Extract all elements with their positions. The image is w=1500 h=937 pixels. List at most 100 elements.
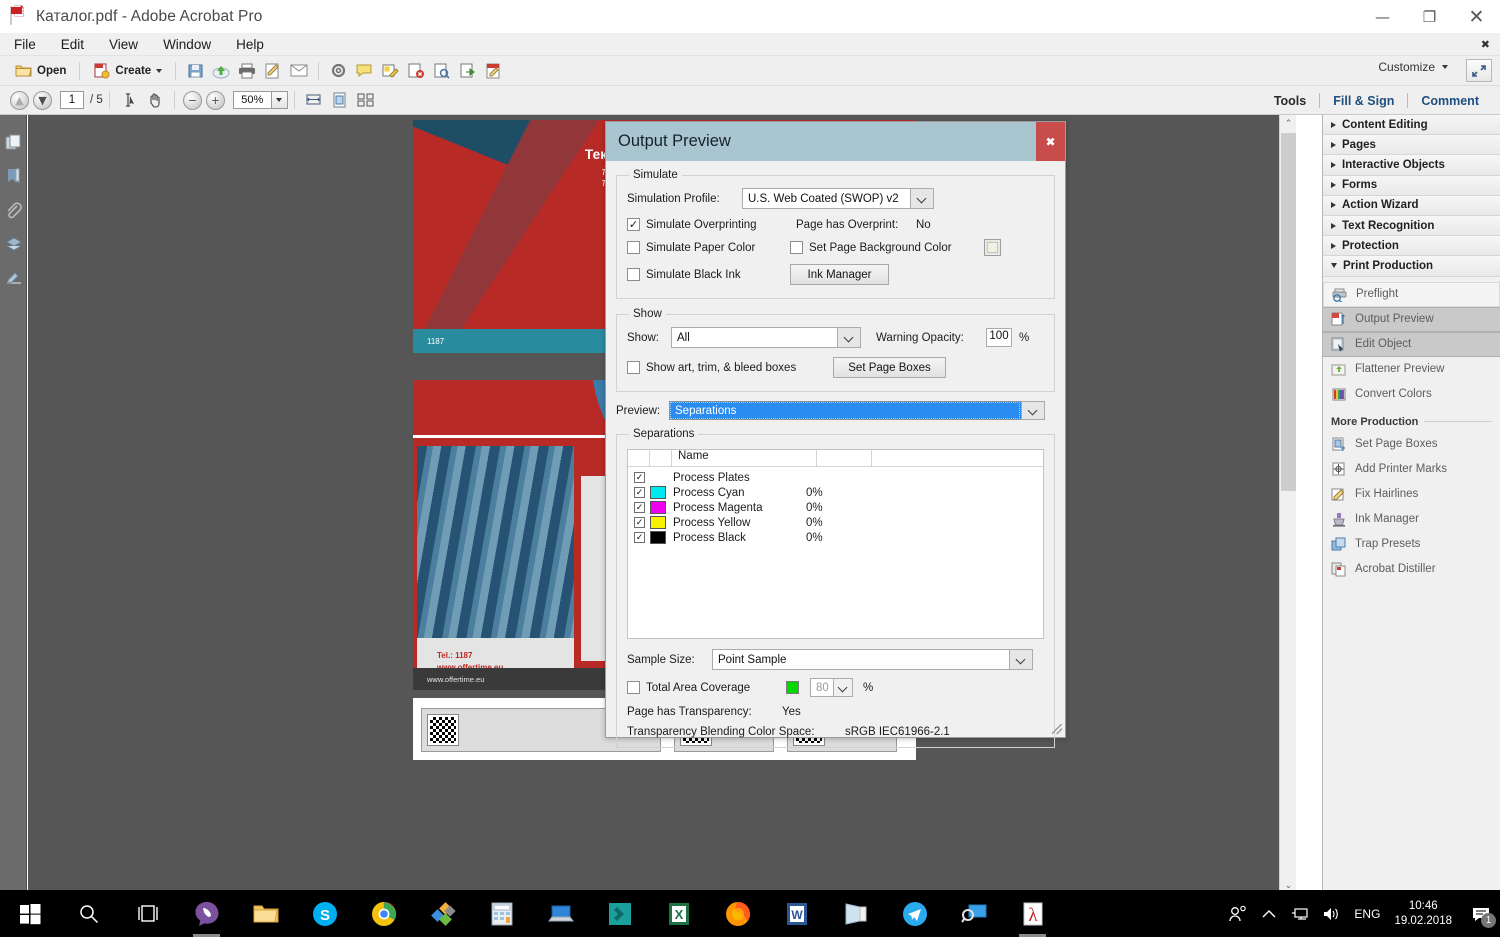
sidebar-item-text-recognition[interactable]: Text Recognition [1323, 215, 1500, 237]
word-icon[interactable]: W [767, 890, 826, 937]
fit-page-icon[interactable] [328, 88, 352, 112]
show-value[interactable]: All [671, 327, 837, 348]
scroll-up-icon[interactable]: ⌃ [1280, 115, 1296, 132]
gear-icon[interactable] [326, 59, 350, 83]
sidebar-item-pages[interactable]: Pages [1323, 135, 1500, 156]
open-button[interactable]: Open [9, 58, 72, 84]
sidebar-item-action-wizard[interactable]: Action Wizard [1323, 195, 1500, 216]
tool-acrobat-distiller[interactable]: Acrobat Distiller [1323, 557, 1500, 582]
network-icon[interactable] [1284, 890, 1315, 937]
coverage-value[interactable]: 80 [810, 678, 833, 697]
onenote-icon[interactable] [826, 890, 885, 937]
zoom-dropdown-button[interactable] [270, 91, 288, 109]
warning-opacity-input[interactable]: 100 [986, 328, 1012, 347]
table-row[interactable]: ✓ Process Black 0% [628, 530, 1043, 545]
screen-search-icon[interactable] [944, 890, 1003, 937]
create-button[interactable]: Create [87, 58, 168, 84]
bookmarks-icon[interactable] [0, 159, 27, 193]
preview-value[interactable]: Separations [669, 401, 1021, 420]
zoom-out-icon[interactable]: − [182, 90, 202, 110]
task-view-icon[interactable] [118, 890, 177, 937]
3dsmax-icon[interactable] [590, 890, 649, 937]
menu-window[interactable]: Window [152, 35, 222, 54]
coverage-dropdown[interactable] [833, 678, 853, 697]
simulate-paper-color-checkbox[interactable] [627, 241, 640, 254]
separations-list[interactable]: Name ✓ Process Plates ✓ Process Cyan 0% … [627, 449, 1044, 639]
notification-icon[interactable]: 1 [1462, 890, 1500, 937]
sample-size-value[interactable]: Point Sample [712, 649, 1009, 670]
skype-icon[interactable]: S [295, 890, 354, 937]
tab-fill-and-sign[interactable]: Fill & Sign [1320, 94, 1407, 108]
hand-tool-icon[interactable] [143, 88, 167, 112]
tool-preflight[interactable]: Preflight [1323, 281, 1500, 307]
total-area-coverage-checkbox[interactable] [627, 681, 640, 694]
office-icon[interactable] [413, 890, 472, 937]
firefox-icon[interactable] [708, 890, 767, 937]
row-checkbox[interactable]: ✓ [634, 517, 645, 528]
export-icon[interactable] [456, 59, 480, 83]
language-indicator[interactable]: ENG [1346, 907, 1388, 921]
sidebar-item-interactive-objects[interactable]: Interactive Objects [1323, 155, 1500, 176]
search-icon[interactable] [59, 890, 118, 937]
preview-dropdown[interactable] [1021, 401, 1045, 420]
ink-manager-button[interactable]: Ink Manager [790, 264, 889, 285]
signatures-icon[interactable] [0, 261, 27, 295]
menu-view[interactable]: View [98, 35, 149, 54]
zoom-level-input[interactable]: 50% [232, 91, 271, 109]
maximize-button[interactable]: ❐ [1406, 0, 1453, 33]
row-checkbox[interactable]: ✓ [634, 487, 645, 498]
search-page-icon[interactable] [430, 59, 454, 83]
acrobat-icon[interactable]: λ [1003, 890, 1062, 937]
sidebar-item-protection[interactable]: Protection [1323, 236, 1500, 257]
dialog-close-button[interactable]: ✖ [1036, 122, 1065, 161]
layers-icon[interactable] [0, 227, 27, 261]
telegram-icon[interactable] [885, 890, 944, 937]
show-dropdown[interactable] [837, 327, 861, 348]
people-icon[interactable] [1222, 890, 1253, 937]
chrome-icon[interactable] [354, 890, 413, 937]
menu-file[interactable]: File [3, 35, 47, 54]
customize-button[interactable]: Customize [1378, 60, 1448, 74]
table-row[interactable]: ✓ Process Magenta 0% [628, 500, 1043, 515]
page-down-icon[interactable]: ▼ [33, 90, 52, 110]
expand-arrows-icon[interactable] [1466, 59, 1492, 82]
tool-flattener-preview[interactable]: Flattener Preview [1323, 357, 1500, 382]
sign-icon[interactable] [261, 59, 285, 83]
menu-help[interactable]: Help [225, 35, 275, 54]
tool-output-preview[interactable]: Output Preview [1323, 306, 1500, 332]
volume-icon[interactable] [1315, 890, 1346, 937]
simulate-overprinting-checkbox[interactable]: ✓ [627, 218, 640, 231]
chevron-up-icon[interactable] [1253, 890, 1284, 937]
print-icon[interactable] [235, 59, 259, 83]
tool-edit-object[interactable]: Edit Object [1323, 331, 1500, 357]
sample-size-dropdown[interactable] [1009, 649, 1033, 670]
windows-start-icon[interactable] [0, 890, 59, 937]
row-checkbox[interactable]: ✓ [634, 472, 645, 483]
page-background-color-swatch[interactable] [984, 239, 1001, 256]
show-boxes-checkbox[interactable] [627, 361, 640, 374]
tool-add-printer-marks[interactable]: Add Printer Marks [1323, 457, 1500, 482]
simulation-profile-value[interactable]: U.S. Web Coated (SWOP) v2 [742, 188, 910, 209]
menu-edit[interactable]: Edit [50, 35, 95, 54]
highlight-icon[interactable] [378, 59, 402, 83]
excel-icon[interactable]: X [649, 890, 708, 937]
tool-trap-presets[interactable]: Trap Presets [1323, 532, 1500, 557]
document-vertical-scrollbar[interactable]: ⌃ ⌄ [1279, 115, 1296, 894]
upload-cloud-icon[interactable] [209, 59, 233, 83]
page-up-icon[interactable]: ▲ [10, 90, 29, 110]
dialog-resize-grip[interactable] [1052, 724, 1062, 734]
set-page-boxes-button[interactable]: Set Page Boxes [833, 357, 946, 378]
attachments-icon[interactable] [0, 193, 27, 227]
row-checkbox[interactable]: ✓ [634, 502, 645, 513]
simulate-black-ink-checkbox[interactable] [627, 268, 640, 281]
tool-convert-colors[interactable]: Convert Colors [1323, 382, 1500, 407]
scrollbar-thumb[interactable] [1281, 133, 1296, 491]
page-number-input[interactable]: 1 [60, 91, 84, 109]
page-thumbnails-icon[interactable] [0, 125, 27, 159]
delete-page-icon[interactable] [404, 59, 428, 83]
tool-set-page-boxes[interactable]: Set Page Boxes [1323, 432, 1500, 457]
tool-ink-manager[interactable]: Ink Manager [1323, 507, 1500, 532]
comment-icon[interactable] [352, 59, 376, 83]
collapse-toolbar-icon[interactable]: ✖ [1481, 38, 1490, 51]
table-row[interactable]: ✓ Process Yellow 0% [628, 515, 1043, 530]
